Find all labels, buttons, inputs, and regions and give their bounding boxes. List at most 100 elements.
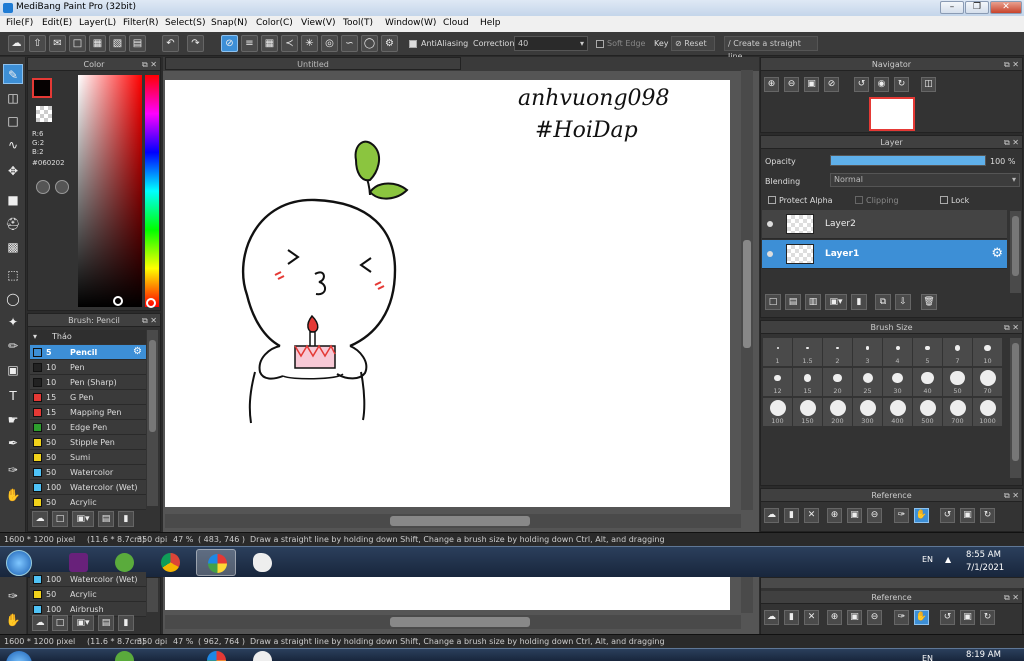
ref-rotate-right-icon[interactable]: ↻ [980,508,995,523]
brush-group-header[interactable]: ▾ Tháo [30,330,146,344]
reset-button[interactable]: ⊘ Reset [671,36,715,51]
brush-folder-icon[interactable]: ▮ [118,511,134,527]
panel-float-icon[interactable]: ⧉ ✕ [1004,489,1019,502]
eyedropper-icon[interactable]: ✑ [3,586,23,606]
taskbar-chrome[interactable] [150,549,190,576]
brush-size-cell[interactable]: 4 [883,338,912,366]
menu-file[interactable]: File(F) [6,18,33,28]
menu-select[interactable]: Select(S) [165,18,206,28]
snap-radial-icon[interactable]: ✳ [301,35,318,52]
rotate-right-icon[interactable]: ↻ [894,77,909,92]
soft-edge-checkbox[interactable] [596,40,604,48]
maximize-button[interactable]: ❐ [965,1,989,14]
antialiasing-checkbox[interactable] [409,40,417,48]
gradient-tool-icon[interactable]: ▩ [3,237,23,257]
brush-item[interactable]: 50 Stipple Pen [30,435,146,450]
add-layer-menu-icon[interactable]: ▣▾ [825,294,847,310]
brush-size-cell[interactable]: 5 [913,338,942,366]
ref-close-icon[interactable]: ✕ [804,610,819,625]
ref-cloud-icon[interactable]: ☁ [764,508,779,523]
gear-icon[interactable]: ⚙ [991,246,1003,261]
ref-rotate-right-icon[interactable]: ↻ [980,610,995,625]
hand-tool-icon[interactable]: ✋ [3,485,23,505]
ref-cloud-icon[interactable]: ☁ [764,610,779,625]
dot-tool-icon[interactable]: ∿ [3,135,23,155]
zoom-in-icon[interactable]: ⊕ [764,77,779,92]
brush-item[interactable]: 10 Pen [30,360,146,375]
operation-tool-icon[interactable]: ☛ [3,410,23,430]
close-button[interactable]: ✕ [990,1,1022,14]
menu-color[interactable]: Color(C) [256,18,293,28]
brush-size-cell[interactable]: 12 [763,368,792,396]
panel-float-icon[interactable]: ⧉ ✕ [1004,591,1019,604]
panel-float-icon[interactable]: ⧉ ✕ [142,314,157,327]
ref-zoom-in-icon[interactable]: ⊕ [827,508,842,523]
lock-checkbox[interactable] [940,196,948,204]
brush-size-cell[interactable]: 500 [913,398,942,426]
snap-parallel-icon[interactable]: ≡ [241,35,258,52]
taskbar-medibang[interactable] [196,549,236,576]
brush-size-cell[interactable]: 70 [973,368,1002,396]
canvas-vertical-scroll-thumb[interactable] [743,240,751,348]
hand-tool-icon[interactable]: ✋ [3,610,23,630]
language-indicator[interactable]: EN [922,555,933,564]
drawing-canvas-duplicate[interactable] [165,577,730,610]
brush-size-cell[interactable]: 7 [943,338,972,366]
taskbar-paint[interactable] [242,549,282,576]
opacity-slider[interactable] [830,155,986,166]
text-tool-icon[interactable]: T [3,386,23,406]
brush-item[interactable]: 50 Sumi [30,450,146,465]
brush-new-icon[interactable]: □ [52,511,68,527]
clock-date[interactable]: 7/1/2021 [966,563,1004,573]
brush-size-cell[interactable]: 1.5 [793,338,822,366]
undo-icon[interactable]: ↶ [162,35,179,52]
rectangle-tool-icon[interactable]: □ [3,111,23,131]
brush-size-cell[interactable]: 25 [853,368,882,396]
menu-edit[interactable]: Edit(E) [42,18,72,28]
merge-layer-icon[interactable]: ⇩ [895,294,911,310]
move-tool-icon[interactable]: ✥ [3,161,23,181]
divide-tool-icon[interactable]: ✒ [3,433,23,453]
fit-icon[interactable]: ▣ [804,77,819,92]
save-icon[interactable]: ▦ [89,35,106,52]
panel-float-icon[interactable]: ⧉ ✕ [1004,58,1019,71]
zoom-reset-icon[interactable]: ⊘ [824,77,839,92]
zoom-out-icon[interactable]: ⊖ [784,77,799,92]
brush-settings-icon[interactable]: ▤ [98,511,114,527]
menu-layer[interactable]: Layer(L) [79,18,116,28]
brush-list-scrollbar[interactable] [147,578,158,612]
ref-open-icon[interactable]: ▮ [784,610,799,625]
canvas-vertical-scrollbar[interactable] [741,577,753,613]
trash-icon[interactable]: 🗑 [921,294,937,310]
cloud-icon[interactable]: ☁ [8,35,25,52]
ref-hand-icon[interactable]: ✋ [914,508,929,523]
ref-hand-icon[interactable]: ✋ [914,610,929,625]
rotate-reset-icon[interactable]: ◉ [874,77,889,92]
ref-open-icon[interactable]: ▮ [784,508,799,523]
canvas-horizontal-scroll-thumb[interactable] [390,617,530,627]
brush-copy-icon[interactable]: ▣▾ [72,511,94,527]
brush-size-cell[interactable]: 2 [823,338,852,366]
brush-item[interactable]: 10 Edge Pen [30,420,146,435]
brush-item[interactable]: 15 Mapping Pen [30,405,146,420]
brush-size-cell[interactable]: 50 [943,368,972,396]
eyedropper-icon[interactable]: ✑ [3,460,23,480]
ref-rotate-reset-icon[interactable]: ▣ [960,508,975,523]
brush-size-scroll-thumb[interactable] [1012,343,1019,461]
chat-icon[interactable]: ✉ [49,35,66,52]
eraser-tool-icon[interactable]: ◫ [3,88,23,108]
brush-size-cell[interactable]: 15 [793,368,822,396]
layer-row-layer1[interactable]: Layer1 ⚙ [762,240,1007,269]
ref-zoom-in-icon[interactable]: ⊕ [827,610,842,625]
tray-chevron-up-icon[interactable]: ▲ [945,555,951,564]
panel-float-icon[interactable]: ⧉ ✕ [1004,136,1019,149]
coccoc-icon[interactable] [115,651,134,661]
menu-window[interactable]: Window(W) [385,18,436,28]
straight-line-button[interactable]: ∕ Create a straight line [724,36,818,61]
brush-size-cell[interactable]: 40 [913,368,942,396]
layer-list-scroll-thumb[interactable] [1012,216,1019,276]
brush-size-cell[interactable]: 10 [973,338,1002,366]
brush-item[interactable]: 15 G Pen [30,390,146,405]
snap-angle-icon[interactable]: ≺ [281,35,298,52]
settings-doc-icon[interactable]: ▤ [129,35,146,52]
